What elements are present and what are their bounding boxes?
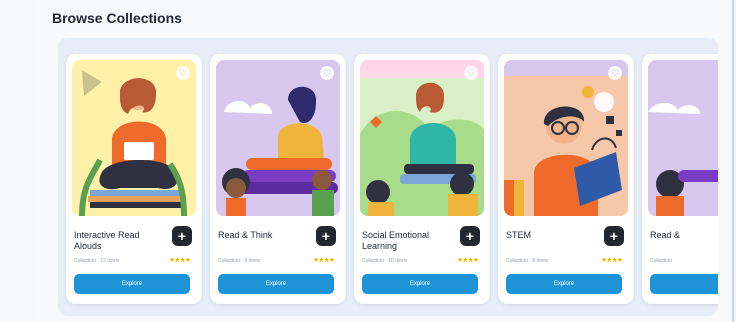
- collection-card-stem[interactable]: ♡ STEM + Collection · 8 items ★★★★ Explo…: [498, 54, 634, 304]
- rating-stars: ★★★★: [312, 257, 335, 264]
- collection-meta: Collection: [650, 258, 672, 264]
- plus-icon[interactable]: +: [172, 226, 192, 246]
- collection-illustration: ♡: [216, 60, 340, 216]
- app-frame: Browse Collections ♡ Interactive Read Al…: [0, 0, 734, 322]
- collection-illustration: ♡: [360, 60, 484, 216]
- rating-stars: ★★★★: [168, 257, 191, 264]
- collection-card-partial[interactable]: Read & Collection: [642, 54, 718, 304]
- explore-button[interactable]: Explore: [74, 274, 190, 294]
- section-title: Browse Collections: [52, 10, 182, 26]
- collection-card-interactive-read-alouds[interactable]: ♡ Interactive Read Alouds + Collection ·…: [66, 54, 202, 304]
- collection-meta: Collection · 9 items: [218, 258, 261, 264]
- explore-button[interactable]: Explore: [506, 274, 622, 294]
- heart-icon[interactable]: ♡: [320, 66, 334, 80]
- plus-icon[interactable]: +: [460, 226, 480, 246]
- explore-button[interactable]: Explore: [362, 274, 478, 294]
- collection-illustration: ♡: [72, 60, 196, 216]
- collection-meta: Collection · 10 items: [362, 258, 408, 264]
- collection-name: Social Emotional Learning: [362, 230, 430, 251]
- heart-icon[interactable]: ♡: [608, 66, 622, 80]
- explore-button[interactable]: [650, 274, 718, 294]
- collection-illustration: ♡: [504, 60, 628, 216]
- collection-illustration: [648, 60, 718, 216]
- collection-name: Interactive Read Alouds: [74, 230, 140, 251]
- collection-meta: Collection · 12 items: [74, 258, 120, 264]
- explore-button[interactable]: Explore: [218, 274, 334, 294]
- collections-carousel[interactable]: ♡ Interactive Read Alouds + Collection ·…: [58, 38, 718, 316]
- collection-card-social-emotional-learning[interactable]: ♡ Social Emotional Learning + Collection…: [354, 54, 490, 304]
- plus-icon[interactable]: +: [604, 226, 624, 246]
- rating-stars: ★★★★: [456, 257, 479, 264]
- heart-icon[interactable]: ♡: [464, 66, 478, 80]
- collection-name: STEM: [506, 230, 532, 240]
- heart-icon[interactable]: ♡: [176, 66, 190, 80]
- collection-name: Read & Think: [218, 230, 273, 240]
- collection-card-read-and-think[interactable]: ♡ Read & Think + Collection · 9 items ★★…: [210, 54, 346, 304]
- rating-stars: ★★★★: [600, 257, 623, 264]
- plus-icon[interactable]: +: [316, 226, 336, 246]
- collection-meta: Collection · 8 items: [506, 258, 549, 264]
- collection-name: Read &: [650, 230, 681, 240]
